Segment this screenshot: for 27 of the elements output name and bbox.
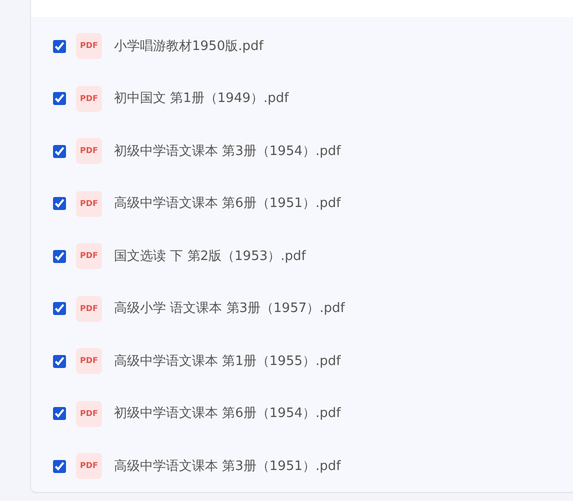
- pdf-file-icon: PDF: [76, 33, 102, 60]
- file-name: 初中国文 第1册（1949）.pdf: [114, 90, 289, 108]
- file-checkbox[interactable]: [53, 460, 66, 473]
- file-checkbox[interactable]: [53, 40, 66, 53]
- pdf-file-icon: PDF: [76, 190, 102, 217]
- file-name: 高级小学 语文课本 第3册（1957）.pdf: [114, 300, 345, 318]
- pdf-file-icon: PDF: [76, 296, 102, 322]
- file-checkbox[interactable]: [53, 250, 66, 263]
- pdf-file-icon: PDF: [76, 243, 102, 270]
- file-checkbox[interactable]: [53, 144, 66, 158]
- file-name: 国文选读 下 第2版（1953）.pdf: [114, 248, 306, 266]
- file-checkbox[interactable]: [53, 354, 66, 368]
- pdf-file-icon: PDF: [76, 400, 102, 427]
- file-name: 小学唱游教材1950版.pdf: [114, 38, 264, 56]
- file-checkbox[interactable]: [53, 197, 66, 210]
- file-name: 初级中学语文课本 第3册（1954）.pdf: [114, 142, 341, 160]
- file-name: 高级中学语文课本 第6册（1951）.pdf: [114, 195, 341, 213]
- file-name: 高级中学语文课本 第3册（1951）.pdf: [114, 458, 341, 476]
- pdf-file-icon: PDF: [76, 348, 102, 374]
- pdf-file-icon: PDF: [76, 453, 102, 480]
- file-checkbox[interactable]: [53, 407, 66, 420]
- pdf-file-icon: PDF: [76, 138, 102, 164]
- file-name: 高级中学语文课本 第1册（1955）.pdf: [114, 352, 341, 370]
- file-checkbox[interactable]: [53, 92, 66, 106]
- file-checkbox[interactable]: [53, 302, 66, 316]
- pdf-file-icon: PDF: [76, 86, 102, 112]
- file-name: 初级中学语文课本 第6册（1954）.pdf: [114, 405, 341, 423]
